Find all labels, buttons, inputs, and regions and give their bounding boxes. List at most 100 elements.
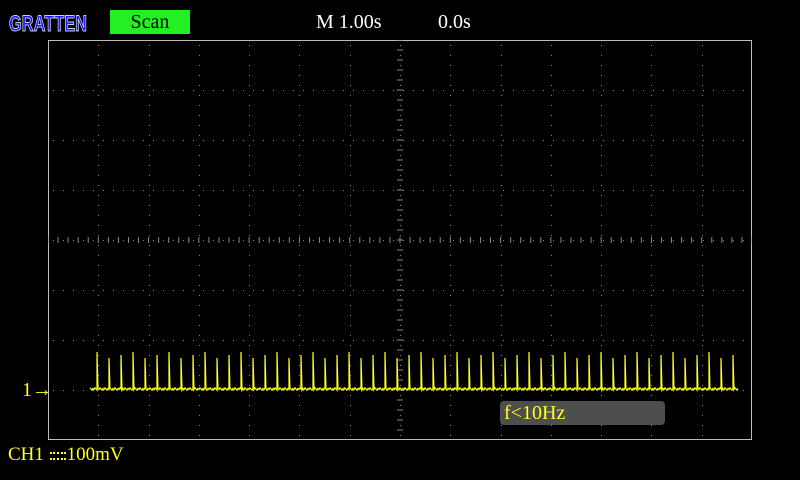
grid-dot	[503, 340, 504, 341]
grid-dot	[593, 240, 594, 241]
grid-dot	[98, 145, 99, 146]
grid-dot	[413, 240, 414, 241]
grid-dot	[343, 290, 344, 291]
acquisition-mode-badge[interactable]: Scan	[110, 10, 190, 34]
grid-dot	[473, 90, 474, 91]
grid-dot	[702, 275, 703, 276]
grid-dot	[601, 335, 602, 336]
grid-dot	[249, 255, 250, 256]
grid-dot	[299, 85, 300, 86]
grid-dot	[450, 245, 451, 246]
grid-dot	[253, 240, 254, 241]
grid-dot	[453, 190, 454, 191]
grid-dot	[193, 90, 194, 91]
grid-dot	[149, 195, 150, 196]
ch1-status[interactable]: CH1 100mV	[8, 443, 124, 467]
grid-dot	[243, 340, 244, 341]
ch1-ground-marker[interactable]: 1→	[22, 378, 52, 402]
grid-dot	[503, 240, 504, 241]
grid-dot	[400, 125, 401, 126]
grid-dot	[633, 290, 634, 291]
grid-dot	[273, 190, 274, 191]
grid-dot	[113, 290, 114, 291]
grid-dot	[593, 90, 594, 91]
grid-dot	[450, 425, 451, 426]
grid-dot	[593, 190, 594, 191]
grid-dot	[400, 315, 401, 316]
grid-dot	[199, 325, 200, 326]
grid-dot	[593, 340, 594, 341]
trigger-position-readout[interactable]: 0.0s	[438, 10, 471, 34]
grid-dot	[233, 340, 234, 341]
grid-dot	[601, 425, 602, 426]
grid-dot	[450, 235, 451, 236]
grid-dot	[98, 215, 99, 216]
grid-dot	[143, 190, 144, 191]
grid-dot	[249, 435, 250, 436]
grid-dot	[253, 290, 254, 291]
grid-dot	[299, 375, 300, 376]
grid-dot	[601, 55, 602, 56]
grid-dot	[249, 275, 250, 276]
grid-dot	[350, 345, 351, 346]
timebase-readout[interactable]: M 1.00s	[316, 10, 382, 34]
grid-dot	[703, 140, 704, 141]
brand-logo-text: GRATTEN	[9, 11, 87, 35]
grid-dot	[551, 145, 552, 146]
grid-dot	[493, 190, 494, 191]
grid-dot	[199, 305, 200, 306]
grid-dot	[523, 90, 524, 91]
grid-dot	[343, 190, 344, 191]
grid-dot	[173, 140, 174, 141]
grid-dot	[299, 315, 300, 316]
grid-dot	[733, 190, 734, 191]
grid-dot	[133, 290, 134, 291]
grid-dot	[350, 255, 351, 256]
grid-dot	[98, 415, 99, 416]
grid-dot	[283, 290, 284, 291]
grid-dot	[133, 340, 134, 341]
grid-dot	[199, 375, 200, 376]
grid-dot	[98, 105, 99, 106]
grid-dot	[533, 340, 534, 341]
grid-dot	[400, 235, 401, 236]
grid-dot	[98, 45, 99, 46]
grid-dot	[350, 425, 351, 426]
grid-dot	[163, 190, 164, 191]
grid-dot	[450, 55, 451, 56]
grid-dot	[98, 365, 99, 366]
grid-dot	[299, 245, 300, 246]
grid-dot	[53, 90, 54, 91]
grid-dot	[493, 290, 494, 291]
grid-dot	[223, 340, 224, 341]
grid-dot	[400, 345, 401, 346]
grid-dot	[463, 190, 464, 191]
grid-dot	[149, 405, 150, 406]
grid-dot	[350, 355, 351, 356]
grid-dot	[651, 175, 652, 176]
grid-dot	[343, 90, 344, 91]
grid-dot	[673, 190, 674, 191]
grid-dot	[299, 385, 300, 386]
grid-dot	[313, 190, 314, 191]
grid-dot	[663, 240, 664, 241]
grid-dot	[501, 265, 502, 266]
grid-dot	[93, 340, 94, 341]
grid-dot	[501, 425, 502, 426]
grid-dot	[223, 140, 224, 141]
grid-dot	[350, 85, 351, 86]
grid-dot	[463, 240, 464, 241]
grid-dot	[423, 340, 424, 341]
grid-dot	[123, 290, 124, 291]
grid-dot	[299, 325, 300, 326]
grid-dot	[643, 240, 644, 241]
grid-dot	[702, 205, 703, 206]
grid-dot	[299, 355, 300, 356]
grid-dot	[98, 425, 99, 426]
grid-dot	[703, 90, 704, 91]
grid-dot	[601, 165, 602, 166]
grid-dot	[633, 340, 634, 341]
grid-dot	[253, 340, 254, 341]
grid-dot	[551, 365, 552, 366]
grid-dot	[193, 340, 194, 341]
